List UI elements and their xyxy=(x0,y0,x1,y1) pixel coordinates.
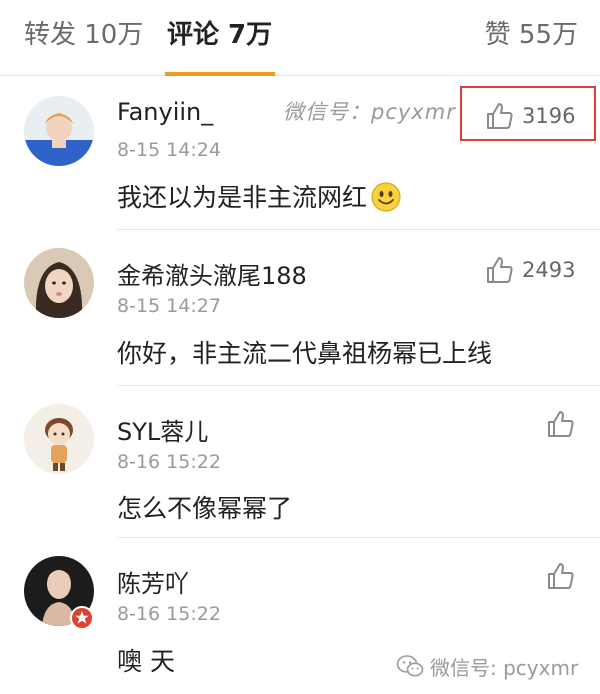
verified-badge-icon xyxy=(70,606,94,630)
watermark-bottom: 微信号: pcyxmr xyxy=(396,653,579,680)
avatar[interactable] xyxy=(24,404,94,474)
avatar[interactable] xyxy=(24,96,94,166)
like-highlight-box xyxy=(460,86,596,141)
tab-comments[interactable]: 评论 7万 xyxy=(167,14,272,51)
thumbs-up-icon xyxy=(548,563,574,589)
tab-repost[interactable]: 转发 10万 xyxy=(24,14,143,51)
tab-bar: 转发 10万 评论 7万 赞 55万 xyxy=(0,0,600,76)
comment-username[interactable]: 金希澈头澈尾188 xyxy=(117,256,307,291)
like-button[interactable]: 2493 xyxy=(484,254,575,286)
comment-username[interactable]: SYL蓉儿 xyxy=(117,412,208,447)
comment-time: 8-16 15:22 xyxy=(117,603,221,625)
comment-username[interactable]: 陈芳吖 xyxy=(117,564,189,599)
comment-username[interactable]: Fanyiin_ xyxy=(117,98,213,126)
comment-time: 8-15 14:27 xyxy=(117,295,221,317)
comment-time: 8-16 15:22 xyxy=(117,451,221,473)
avatar[interactable] xyxy=(24,248,94,318)
like-button[interactable] xyxy=(545,560,575,592)
smiley-face-icon xyxy=(371,182,401,212)
comment-time: 8-15 14:24 xyxy=(117,139,221,161)
thumbs-up-icon xyxy=(487,257,513,283)
like-button[interactable] xyxy=(545,408,575,440)
wechat-icon xyxy=(396,655,424,677)
comment-text: 我还以为是非主流网红 xyxy=(117,178,401,214)
comment-text-body: 我还以为是非主流网红 xyxy=(117,183,368,212)
thumbs-up-icon xyxy=(548,411,574,437)
comment-text: 噢 天 xyxy=(117,647,175,676)
comment-text: 怎么不像幂幂了 xyxy=(117,494,293,523)
watermark-bottom-text: 微信号: pcyxmr xyxy=(430,655,579,680)
comment-item: 金希澈头澈尾188 8-15 14:27 你好，非主流二代鼻祖杨幂已上线 249… xyxy=(0,230,600,386)
comment-item: SYL蓉儿 8-16 15:22 怎么不像幂幂了 xyxy=(0,386,600,538)
like-count: 2493 xyxy=(522,258,576,282)
tab-likes[interactable]: 赞 55万 xyxy=(485,14,578,51)
watermark-top: 微信号：pcyxmr xyxy=(283,100,456,124)
comment-text: 你好，非主流二代鼻祖杨幂已上线 xyxy=(117,339,493,368)
